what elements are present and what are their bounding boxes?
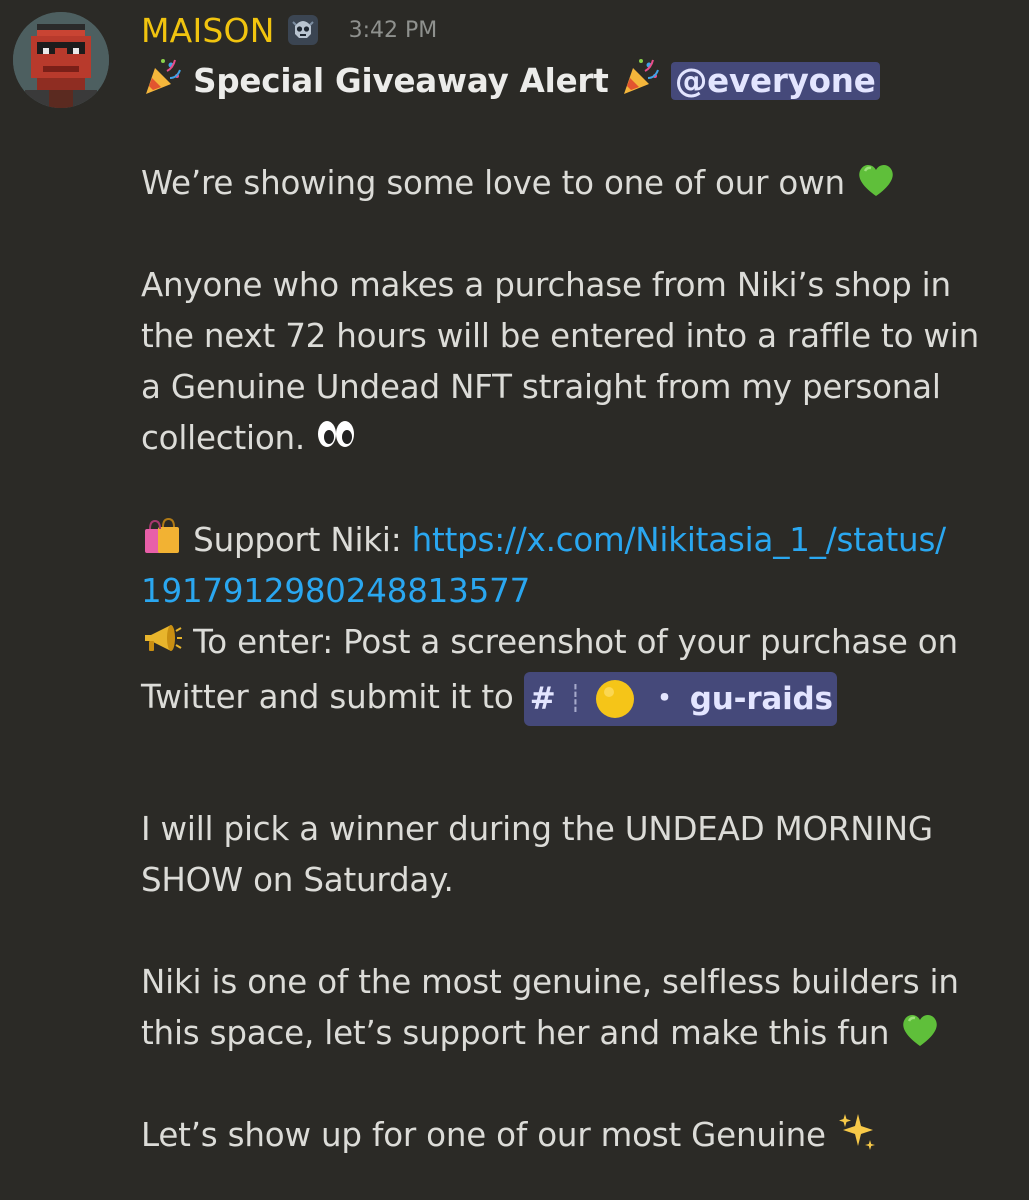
enter-text: To enter: Post a screenshot of your purc… <box>193 623 958 661</box>
love-text: We’re showing some love to one of our ow… <box>141 164 845 202</box>
green-heart-icon <box>855 158 897 200</box>
winner-line-2: SHOW on Saturday. <box>141 861 454 899</box>
channel-mention-gu-raids[interactable]: # ┊ ・ gu-raids <box>523 672 837 726</box>
username[interactable]: MAISON <box>141 11 275 50</box>
support-link[interactable]: https://x.com/Nikitasia_1_/status/ <box>412 521 946 559</box>
support-link-line-2: 1917912980248813577 <box>141 566 1011 617</box>
support-line: Support Niki: https://x.com/Nikitasia_1_… <box>141 515 1011 566</box>
hash-icon: # <box>529 681 556 717</box>
niki-line-2-text: this space, let’s support her and make t… <box>141 1014 890 1052</box>
sparkles-icon <box>836 1110 878 1152</box>
enter-line-2: Twitter and submit it to # ┊ ・ gu-raids <box>141 668 1011 726</box>
green-heart-icon <box>899 1008 941 1050</box>
niki-line-2: this space, let’s support her and make t… <box>141 1008 1011 1059</box>
title-line: Special Giveaway Alert @everyone <box>141 56 1011 107</box>
love-line: We’re showing some love to one of our ow… <box>141 158 1011 209</box>
eyes-icon <box>315 413 357 455</box>
message-body: Special Giveaway Alert @everyone We’re s… <box>141 56 1011 1161</box>
announcement-title: Special Giveaway Alert <box>193 62 609 100</box>
party-popper-icon <box>141 56 183 98</box>
megaphone-icon <box>141 617 183 659</box>
enter-line-2-text: Twitter and submit it to <box>141 678 514 716</box>
skull-server-tag-icon[interactable] <box>285 12 321 48</box>
niki-line-1: Niki is one of the most genuine, selfles… <box>141 963 959 1001</box>
purchase-line-4-text: collection. <box>141 419 306 457</box>
channel-name: gu-raids <box>689 681 833 717</box>
everyone-mention[interactable]: @everyone <box>670 62 880 100</box>
enter-line: To enter: Post a screenshot of your purc… <box>141 617 1011 668</box>
purchase-line-3: a Genuine Undead NFT straight from my pe… <box>141 368 941 406</box>
timestamp: 3:42 PM <box>348 17 438 43</box>
support-label: Support Niki: <box>193 521 402 559</box>
shopping-bags-icon <box>141 515 183 557</box>
chat-message: MAISON 3:42 PM Special Giveaway Alert @e… <box>0 0 1029 1200</box>
yellow-circle-icon <box>593 677 637 721</box>
purchase-line-4: collection. <box>141 413 1011 464</box>
avatar[interactable] <box>13 12 109 108</box>
winner-line-1: I will pick a winner during the UNDEAD M… <box>141 810 933 848</box>
closing-line: Let’s show up for one of our most Genuin… <box>141 1110 1011 1161</box>
support-link-continued[interactable]: 1917912980248813577 <box>141 572 530 610</box>
channel-separator: ┊ <box>567 684 584 714</box>
purchase-line-2: the next 72 hours will be entered into a… <box>141 317 979 355</box>
channel-bullet: ・ <box>648 681 680 717</box>
purchase-line-1: Anyone who makes a purchase from Niki’s … <box>141 266 951 304</box>
closing-text: Let’s show up for one of our most Genuin… <box>141 1116 826 1154</box>
party-popper-icon <box>619 56 661 98</box>
message-header: MAISON 3:42 PM <box>141 8 437 52</box>
